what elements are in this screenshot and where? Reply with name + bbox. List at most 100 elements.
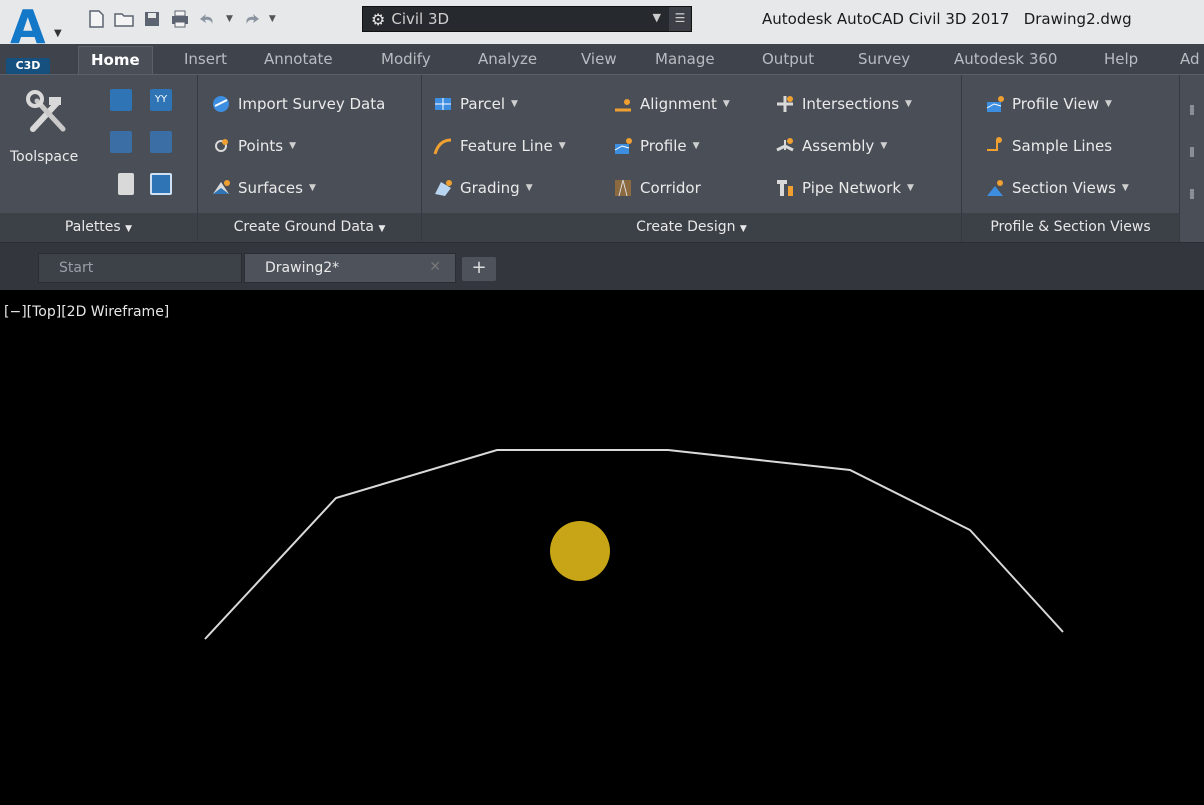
undo-icon[interactable]	[196, 7, 220, 31]
feature-line-icon	[432, 135, 454, 157]
tab-survey[interactable]: Survey	[858, 50, 910, 68]
chevron-down-icon: ▼	[308, 183, 316, 193]
corridor-button[interactable]: Corridor	[612, 177, 701, 199]
tab-modify[interactable]: Modify	[381, 50, 431, 68]
point-marker[interactable]	[550, 521, 610, 581]
chevron-down-icon: ▼	[558, 141, 566, 151]
print-icon[interactable]	[168, 7, 192, 31]
new-file-icon[interactable]	[84, 7, 108, 31]
tool-palettes-icon[interactable]	[110, 131, 132, 153]
parcel-icon	[432, 93, 454, 115]
tab-start-label: Start	[59, 260, 94, 276]
tab-annotate[interactable]: Annotate	[264, 50, 333, 68]
surfaces-label: Surfaces	[238, 179, 303, 197]
customize-qat-icon[interactable]: ☰	[669, 7, 691, 31]
chevron-down-icon: ▼	[1105, 99, 1112, 109]
chevron-down-icon: ▼	[511, 99, 518, 109]
panel-title-create-ground-data[interactable]: Create Ground Data ▼	[198, 213, 421, 243]
app-name: Autodesk AutoCAD Civil 3D 2017	[762, 10, 1010, 28]
profile-button[interactable]: Profile ▼	[612, 135, 700, 157]
intersections-button[interactable]: Intersections ▼	[774, 93, 912, 115]
chevron-down-icon: ▼	[54, 28, 62, 39]
toolspace-label: Toolspace	[10, 149, 79, 165]
grading-button[interactable]: Grading ▼	[432, 177, 533, 199]
tab-insert[interactable]: Insert	[184, 50, 227, 68]
redo-dropdown-icon[interactable]: ▼	[269, 14, 276, 24]
save-icon[interactable]	[140, 7, 164, 31]
chevron-down-icon: ▼	[692, 141, 700, 151]
sample-lines-icon	[984, 135, 1006, 157]
chevron-down-icon: ▼	[378, 224, 386, 234]
c3d-badge: C3D	[6, 58, 50, 74]
parcel-button[interactable]: Parcel ▼	[432, 93, 518, 115]
undo-dropdown-icon[interactable]: ▼	[226, 14, 233, 24]
file-name: Drawing2.dwg	[1023, 10, 1132, 28]
alignment-polyline[interactable]	[204, 449, 1064, 640]
tab-add-ins[interactable]: Ad	[1180, 50, 1200, 68]
points-icon	[210, 135, 232, 157]
import-survey-icon	[210, 93, 232, 115]
chevron-down-icon: ▼	[722, 99, 730, 109]
intersections-label: Intersections	[802, 95, 900, 113]
panel-title-palettes[interactable]: Palettes ▼	[0, 213, 197, 243]
sample-lines-button[interactable]: Sample Lines	[984, 135, 1112, 157]
panel-title-create-design[interactable]: Create Design ▼	[422, 213, 961, 243]
tab-start[interactable]: Start	[38, 253, 242, 283]
tab-autodesk-360[interactable]: Autodesk 360	[954, 50, 1057, 68]
document-icon[interactable]	[118, 173, 134, 195]
tab-home[interactable]: Home	[78, 46, 153, 74]
grading-label: Grading	[460, 179, 520, 197]
panel-title-profile-section-views[interactable]: Profile & Section Views	[962, 213, 1179, 243]
panel-palettes: Toolspace YY Palettes ▼	[0, 75, 198, 243]
feature-line-button[interactable]: Feature Line ▼	[432, 135, 566, 157]
import-survey-data-button[interactable]: Import Survey Data	[210, 93, 385, 115]
open-folder-icon[interactable]	[112, 7, 136, 31]
chevron-down-icon: ▼	[289, 141, 296, 151]
profile-label: Profile	[640, 137, 687, 155]
prospector-icon[interactable]	[110, 89, 132, 111]
tab-analyze[interactable]: Analyze	[478, 50, 537, 68]
assembly-label: Assembly	[802, 137, 875, 155]
panel-create-design: Parcel ▼ Feature Line ▼ Grading ▼ Alignm…	[422, 75, 962, 243]
pipe-network-button[interactable]: Pipe Network ▼	[774, 177, 914, 199]
chevron-down-icon: ▼	[905, 99, 912, 109]
profile-view-button[interactable]: Profile View ▼	[984, 93, 1112, 115]
assembly-button[interactable]: Assembly ▼	[774, 135, 887, 157]
title-bar: ▼ ▼ ⚙ Civil 3D ▼ ☰ Autodesk AutoCAD Civi…	[0, 0, 1204, 44]
tab-manage[interactable]: Manage	[655, 50, 715, 68]
tab-view[interactable]: View	[581, 50, 617, 68]
chevron-down-icon: ▼	[880, 141, 888, 151]
toolspace-button[interactable]: Toolspace	[10, 89, 78, 179]
drawing-canvas	[204, 449, 1064, 640]
properties-icon[interactable]: YY	[150, 89, 172, 111]
application-menu-button[interactable]: A ▼ C3D	[4, 0, 68, 74]
tab-output[interactable]: Output	[762, 50, 814, 68]
wrench-hammer-icon	[26, 90, 66, 132]
workspace-value: Civil 3D	[391, 10, 450, 28]
tab-help[interactable]: Help	[1104, 50, 1138, 68]
section-views-icon	[984, 177, 1006, 199]
map-icon[interactable]	[150, 173, 172, 195]
window-title: Autodesk AutoCAD Civil 3D 2017 Drawing2.…	[762, 10, 1132, 28]
workspace-select[interactable]: ⚙ Civil 3D ▼ ☰	[362, 6, 692, 32]
ribbon: Toolspace YY Palettes ▼ Import Survey Da…	[0, 74, 1204, 243]
autodesk-a-logo: A	[10, 0, 46, 54]
grading-icon	[432, 177, 454, 199]
alignment-button[interactable]: Alignment ▼	[612, 93, 730, 115]
pipe-network-label: Pipe Network	[802, 179, 902, 197]
new-tab-button[interactable]: +	[462, 257, 496, 281]
ribbon-tab-bar: Home Insert Annotate Modify Analyze View…	[0, 44, 1204, 74]
import-survey-label: Import Survey Data	[238, 95, 386, 113]
design-title: Create Design	[636, 219, 736, 235]
intersections-icon	[774, 93, 796, 115]
redo-icon[interactable]	[239, 7, 263, 31]
toolbox-icon[interactable]	[150, 131, 172, 153]
drawing-viewport[interactable]: [−][Top][2D Wireframe]	[0, 290, 1204, 805]
surfaces-button[interactable]: Surfaces ▼	[210, 177, 316, 199]
close-icon[interactable]: ✕	[429, 259, 441, 275]
profile-icon	[612, 135, 634, 157]
document-tab-bar: Start Drawing2* ✕ +	[0, 242, 1204, 290]
tab-drawing2[interactable]: Drawing2* ✕	[244, 253, 456, 283]
points-button[interactable]: Points ▼	[210, 135, 296, 157]
section-views-button[interactable]: Section Views ▼	[984, 177, 1129, 199]
